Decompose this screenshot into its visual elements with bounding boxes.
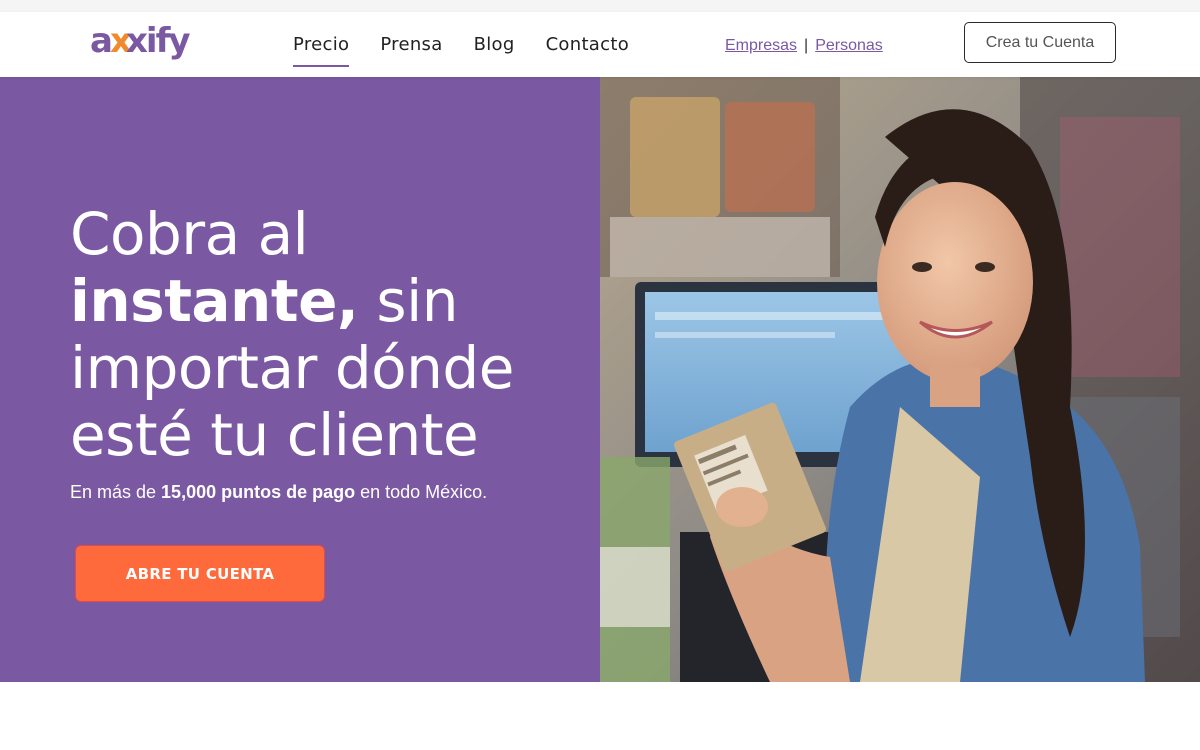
site-header: a x xify Precio Prensa Blog Contacto Emp…: [0, 12, 1200, 77]
nav-link-precio[interactable]: Precio: [293, 34, 350, 67]
open-account-button[interactable]: ABRE TU CUENTA: [75, 545, 325, 602]
segment-separator: |: [804, 37, 809, 54]
hero-title-bold: instante,: [70, 267, 359, 335]
svg-text:a: a: [90, 21, 112, 61]
create-account-button[interactable]: Crea tu Cuenta: [964, 22, 1116, 63]
axxify-logo[interactable]: a x xify: [90, 18, 194, 70]
hero-section: Cobra al instante, sin importar dónde esté …: [0, 77, 1200, 682]
cashier-photo: [600, 77, 1200, 682]
hero-title-line3: importar dónde: [70, 334, 514, 402]
svg-text:xify: xify: [126, 21, 190, 61]
nav-link-prensa[interactable]: Prensa: [380, 34, 442, 67]
nav-link-blog[interactable]: Blog: [474, 34, 515, 67]
segment-personas-link[interactable]: Personas: [815, 37, 883, 54]
hero-sub-post: en todo México.: [355, 482, 488, 502]
hero-title-line4: esté tu cliente: [70, 401, 479, 469]
nav-link-contacto[interactable]: Contacto: [546, 34, 629, 67]
hero-sub-bold: 15,000 puntos de pago: [161, 482, 356, 502]
hero-title-line1: Cobra al: [70, 200, 309, 268]
hero-sub-pre: En más de: [70, 482, 162, 502]
top-strip: [0, 0, 1200, 12]
main-nav: Precio Prensa Blog Contacto: [293, 34, 660, 67]
hero-image: [600, 77, 1200, 682]
segment-empresas-link[interactable]: Empresas: [725, 37, 797, 54]
hero-panel: Cobra al instante, sin importar dónde esté …: [0, 77, 600, 682]
segment-switch: Empresas | Personas: [725, 37, 883, 55]
hero-title-rest: sin: [358, 267, 458, 335]
hero-subtitle: En más de 15,000 puntos de pago en todo …: [70, 482, 487, 503]
hero-title: Cobra al instante, sin importar dónde esté …: [70, 201, 580, 469]
